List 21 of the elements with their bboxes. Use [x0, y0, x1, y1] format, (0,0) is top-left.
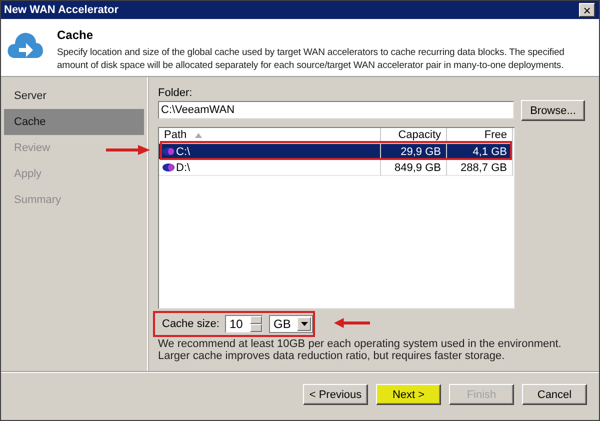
- close-button[interactable]: ×: [579, 3, 595, 17]
- cache-hint: We recommend at least 10GB per each operating system used in the environment. Larger cache improves data reduction ratio, but requires faster storage.: [158, 338, 562, 362]
- column-header[interactable]: Path: [164, 128, 187, 143]
- table-cell-text: C:\: [176, 144, 190, 160]
- table-cell-text: D:\: [176, 160, 190, 176]
- unit-dropdown[interactable]: GB: [269, 315, 314, 333]
- sidebar-item[interactable]: Server: [4, 83, 144, 109]
- wizard-button[interactable]: < Previous: [303, 384, 368, 405]
- wizard-button[interactable]: Next >: [376, 384, 441, 405]
- cache-size-spinbox[interactable]: 10: [225, 315, 264, 333]
- wizard-button[interactable]: Cancel: [522, 384, 587, 405]
- browse-button[interactable]: Browse...: [521, 100, 585, 121]
- section-title: Cache: [57, 28, 94, 42]
- sidebar-item[interactable]: Cache: [4, 109, 144, 135]
- table-cell: 849,9 GB: [381, 160, 447, 176]
- folder-field[interactable]: C:\VeeamWAN: [158, 101, 514, 119]
- folder-label: Folder:: [158, 87, 194, 99]
- section-description: Specify location and size of the global cache used by target WAN accelerators to cache recurring data blocks. The specified amount of disk space will be allocated separately for each source/target WAN accelerator pair in many-to-one deployments.: [57, 46, 566, 72]
- cache-size-label: Cache size:: [162, 318, 220, 330]
- window-title: New WAN Accelerator: [4, 4, 119, 16]
- table-cell: 288,7 GB: [447, 160, 513, 176]
